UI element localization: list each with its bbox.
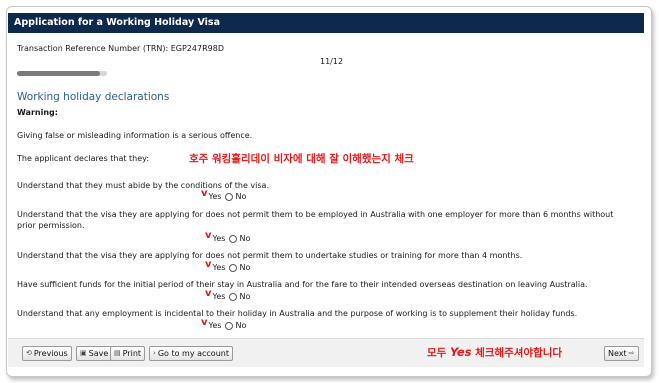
no-radio[interactable] xyxy=(229,234,238,243)
question-5-text: Understand that any employment is incide… xyxy=(17,309,578,318)
yes-radio-label[interactable]: Yes xyxy=(209,192,222,201)
check-annotation: v xyxy=(201,317,208,328)
no-radio[interactable] xyxy=(229,292,238,301)
yes-radio-label[interactable]: Yes xyxy=(213,234,226,243)
save-icon: ▣ xyxy=(80,349,87,357)
no-radio-label[interactable]: No xyxy=(235,321,246,330)
next-label: Next xyxy=(608,349,627,358)
declares-text: The applicant declares that they: xyxy=(17,154,150,163)
question-2-options: v Yes No xyxy=(205,230,250,244)
question-2-text: Understand that the visa they are applyi… xyxy=(17,210,614,219)
annotation-bottom-suffix: 체크해주셔야합니다 xyxy=(475,347,563,359)
save-button[interactable]: ▣ Save xyxy=(76,346,113,361)
no-radio[interactable] xyxy=(229,263,238,272)
window-title: Application for a Working Holiday Visa xyxy=(8,13,644,33)
check-annotation: v xyxy=(205,230,212,241)
next-arrow-icon: ⇨ xyxy=(628,349,635,357)
yes-radio-label[interactable]: Yes xyxy=(213,292,226,301)
question-3-options: v Yes No xyxy=(205,259,250,273)
no-radio-label[interactable]: No xyxy=(235,192,246,201)
offence-text: Giving false or misleading information i… xyxy=(17,131,253,140)
question-5-options: v Yes No xyxy=(201,317,246,331)
no-radio[interactable] xyxy=(225,192,234,201)
trn-label: Transaction Reference Number (TRN): EGP2… xyxy=(17,44,224,53)
check-annotation: v xyxy=(205,288,212,299)
annotation-top: 호주 워킹홀리데이 비자에 대해 잘 이해했는지 체크 xyxy=(189,153,414,165)
progress-fill xyxy=(17,71,100,76)
go-to-account-label: Go to my account xyxy=(157,349,229,358)
go-to-account-button[interactable]: › Go to my account xyxy=(149,346,233,361)
annotation-bottom-yes: Yes xyxy=(449,345,472,359)
question-3-text: Understand that the visa they are applyi… xyxy=(17,251,523,260)
question-2-text-cont: prior permission. xyxy=(17,221,85,230)
print-label: Print xyxy=(122,349,142,358)
previous-icon: ⟲ xyxy=(26,349,32,357)
annotation-bottom-prefix: 모두 xyxy=(427,347,447,359)
yes-radio-label[interactable]: Yes xyxy=(213,263,226,272)
question-1-options: v Yes No xyxy=(201,188,246,202)
question-4-options: v Yes No xyxy=(205,288,250,302)
print-icon: ▤ xyxy=(114,349,121,357)
print-button[interactable]: ▤ Print xyxy=(110,346,146,361)
no-radio[interactable] xyxy=(225,321,234,330)
yes-radio-label[interactable]: Yes xyxy=(209,321,222,330)
next-button[interactable]: Next ⇨ xyxy=(604,346,639,361)
chevron-right-icon: › xyxy=(153,349,156,357)
page-indicator: 11/12 xyxy=(320,57,344,66)
no-radio-label[interactable]: No xyxy=(239,292,250,301)
previous-label: Previous xyxy=(33,349,68,358)
save-label: Save xyxy=(88,349,109,358)
question-1-text: Understand that they must abide by the c… xyxy=(17,181,269,190)
check-annotation: v xyxy=(201,188,208,199)
question-4-text: Have sufficient funds for the initial pe… xyxy=(17,280,588,289)
previous-button[interactable]: ⟲ Previous xyxy=(22,346,72,361)
section-title: Working holiday declarations xyxy=(17,91,170,103)
warning-label: Warning: xyxy=(17,108,58,117)
annotation-bottom: 모두 Yes 체크해주셔야합니다 xyxy=(427,345,562,360)
progress-bar xyxy=(17,71,107,76)
no-radio-label[interactable]: No xyxy=(239,234,250,243)
check-annotation: v xyxy=(205,259,212,270)
no-radio-label[interactable]: No xyxy=(239,263,250,272)
